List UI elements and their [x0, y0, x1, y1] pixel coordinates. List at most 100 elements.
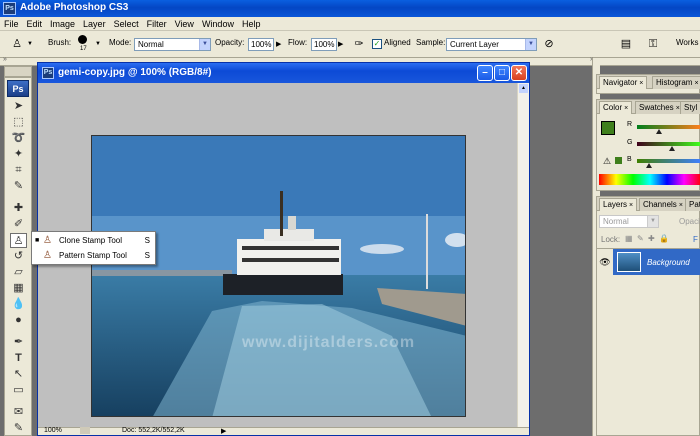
- marquee-tool-icon[interactable]: ⬚: [10, 115, 27, 130]
- flyout-item-clone-stamp[interactable]: ■ ♙ Clone Stamp Tool S: [32, 233, 155, 248]
- tab-channels[interactable]: Channels ×: [639, 198, 687, 211]
- maximize-button[interactable]: □: [494, 65, 510, 81]
- flyout-item-shortcut: S: [144, 236, 150, 245]
- opacity-slider-icon[interactable]: ▶: [276, 40, 281, 48]
- app-title: Adobe Photoshop CS3: [20, 2, 129, 13]
- close-tab-icon[interactable]: ×: [694, 80, 698, 87]
- mode-label: Mode:: [109, 38, 132, 47]
- menu-help[interactable]: Help: [238, 17, 265, 30]
- flyout-item-pattern-stamp[interactable]: ♙ Pattern Stamp Tool S: [32, 248, 155, 263]
- shape-tool-icon[interactable]: ▭: [10, 383, 27, 398]
- stamp-tool-flyout: ■ ♙ Clone Stamp Tool S ♙ Pattern Stamp T…: [31, 231, 156, 265]
- history-brush-tool-icon[interactable]: ↺: [10, 249, 27, 264]
- bridge-icon[interactable]: ⚿: [645, 36, 661, 52]
- tab-layers[interactable]: Layers ×: [599, 198, 638, 211]
- brush-preview-icon[interactable]: [78, 35, 87, 44]
- tab-color[interactable]: Color ×: [599, 101, 633, 114]
- red-slider[interactable]: [637, 125, 700, 129]
- document-titlebar[interactable]: Ps gemi-copy.jpg @ 100% (RGB/8#) – □ ✕: [38, 63, 529, 83]
- menu-image[interactable]: Image: [46, 17, 79, 30]
- workspace-label[interactable]: Works: [676, 38, 699, 47]
- gradient-tool-icon[interactable]: ▦: [10, 281, 27, 296]
- crop-tool-icon[interactable]: ⌗: [10, 163, 27, 178]
- color-tabs: Color × Swatches × Styl: [597, 100, 700, 114]
- aligned-checkbox[interactable]: ✓: [372, 39, 382, 49]
- clone-stamp-preset-icon[interactable]: ♙: [9, 36, 25, 52]
- menu-view[interactable]: View: [171, 17, 198, 30]
- brush-dropdown-icon[interactable]: ▼: [95, 41, 101, 47]
- layer-row-background[interactable]: 👁 Background: [597, 249, 700, 275]
- close-tab-icon[interactable]: ×: [639, 80, 643, 87]
- foreground-color-swatch[interactable]: [601, 121, 615, 135]
- type-tool-icon[interactable]: T: [10, 351, 27, 366]
- zoom-level[interactable]: 100%: [44, 427, 62, 434]
- menu-file[interactable]: File: [0, 17, 23, 30]
- dodge-tool-icon[interactable]: ●: [10, 313, 27, 328]
- tab-navigator[interactable]: Navigator ×: [599, 76, 648, 89]
- scroll-up-icon[interactable]: ▲: [519, 84, 528, 93]
- close-tab-icon[interactable]: ×: [679, 202, 683, 209]
- eyedropper-tool-icon[interactable]: ✎: [10, 179, 27, 194]
- mode-select[interactable]: Normal ▼: [134, 38, 211, 51]
- close-tab-icon[interactable]: ×: [629, 202, 633, 209]
- tab-swatches[interactable]: Swatches ×: [635, 101, 684, 114]
- lock-pixels-icon[interactable]: ✎: [637, 234, 644, 243]
- flow-input[interactable]: 100%: [311, 38, 337, 51]
- eyedropper-2-tool-icon[interactable]: ✎: [10, 421, 27, 436]
- lock-all-icon[interactable]: 🔒: [659, 234, 669, 243]
- brush-tool-icon[interactable]: ✐: [10, 217, 27, 232]
- brush-label: Brush:: [48, 38, 72, 47]
- ignore-adjustment-layers-icon[interactable]: ⊘: [541, 36, 557, 52]
- expand-icon[interactable]: »: [3, 56, 7, 63]
- lock-transparency-icon[interactable]: ▦: [625, 234, 633, 243]
- clone-stamp-tool-icon[interactable]: ♙: [10, 233, 27, 248]
- status-icon[interactable]: [80, 427, 90, 434]
- healing-brush-tool-icon[interactable]: ✚: [10, 201, 27, 216]
- menu-edit[interactable]: Edit: [23, 17, 47, 30]
- airbrush-icon[interactable]: ✑: [351, 36, 367, 52]
- close-tab-icon[interactable]: ×: [624, 105, 628, 112]
- pen-tool-icon[interactable]: ✒: [10, 335, 27, 350]
- opacity-input[interactable]: 100%: [248, 38, 274, 51]
- tab-paths[interactable]: Path: [685, 198, 700, 211]
- tab-histogram[interactable]: Histogram ×: [652, 76, 700, 89]
- blue-slider-thumb[interactable]: [646, 163, 652, 168]
- blend-mode-select[interactable]: Normal ▼: [599, 215, 659, 228]
- path-selection-tool-icon[interactable]: ↖: [10, 367, 27, 382]
- eraser-tool-icon[interactable]: ▱: [10, 265, 27, 280]
- magic-wand-tool-icon[interactable]: ✦: [10, 147, 27, 162]
- vertical-scrollbar[interactable]: ▲: [517, 83, 529, 429]
- palette-well-icon[interactable]: ▤: [618, 36, 634, 52]
- close-button[interactable]: ✕: [511, 65, 527, 81]
- menu-layer[interactable]: Layer: [79, 17, 110, 30]
- sample-select[interactable]: Current Layer ▼: [446, 38, 537, 51]
- menu-select[interactable]: Select: [110, 17, 143, 30]
- tab-label: Path: [689, 200, 700, 209]
- aligned-label: Aligned: [384, 38, 411, 47]
- preset-dropdown-icon[interactable]: ▼: [27, 41, 33, 47]
- toolbox-grip[interactable]: [4, 66, 32, 77]
- tab-styles[interactable]: Styl: [680, 101, 700, 114]
- lasso-tool-icon[interactable]: ➰: [10, 131, 27, 146]
- pattern-stamp-icon: ♙: [43, 250, 52, 261]
- status-menu-icon[interactable]: ▶: [221, 427, 226, 435]
- menu-window[interactable]: Window: [198, 17, 238, 30]
- chevron-down-icon: ▼: [199, 39, 210, 50]
- out-of-gamut-warning-icon[interactable]: ⚠: [603, 156, 611, 167]
- green-slider-thumb[interactable]: [669, 146, 675, 151]
- ferry-photo[interactable]: www.dijitalders.com: [91, 135, 466, 417]
- red-slider-thumb[interactable]: [656, 129, 662, 134]
- photoshop-logo[interactable]: Ps: [7, 80, 29, 97]
- blur-tool-icon[interactable]: 💧: [10, 297, 27, 312]
- gamut-color-swatch[interactable]: [615, 157, 622, 164]
- eye-visibility-icon[interactable]: 👁: [597, 249, 613, 275]
- menu-filter[interactable]: Filter: [143, 17, 171, 30]
- notes-tool-icon[interactable]: ✉: [10, 405, 27, 420]
- check-icon: ✓: [372, 39, 382, 49]
- lock-position-icon[interactable]: ✚: [648, 234, 655, 243]
- flow-slider-icon[interactable]: ▶: [338, 40, 343, 48]
- brush-size: 17: [80, 46, 87, 52]
- color-spectrum-bar[interactable]: [599, 174, 700, 185]
- move-tool-icon[interactable]: ➤: [10, 99, 27, 114]
- minimize-button[interactable]: –: [477, 65, 493, 81]
